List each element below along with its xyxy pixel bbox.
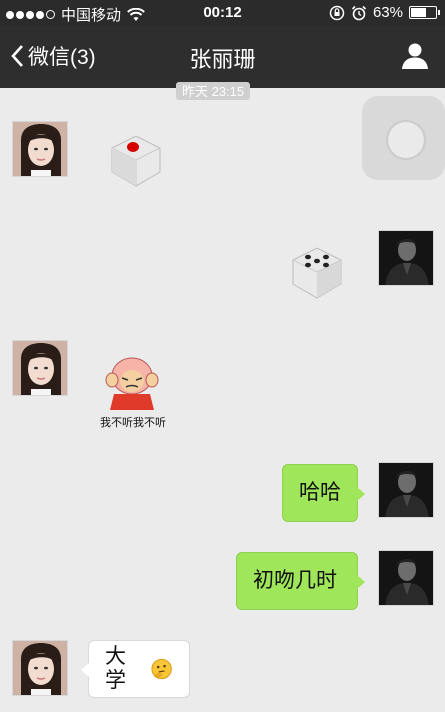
assistive-touch-button[interactable] — [362, 96, 445, 180]
dice-one-icon — [111, 135, 161, 187]
my-avatar[interactable] — [378, 550, 434, 606]
contact-avatar[interactable] — [12, 340, 68, 396]
man-portrait-icon — [379, 551, 433, 605]
battery-icon — [409, 6, 440, 19]
alarm-icon — [351, 5, 367, 20]
contact-avatar[interactable] — [12, 121, 68, 177]
message-text: 大学 — [105, 645, 126, 692]
message-timestamp: 昨天 23:15 — [176, 82, 251, 100]
sticker-caption: 我不听我不听 — [100, 417, 166, 429]
message-bubble-sent[interactable]: 初吻几时 — [236, 552, 365, 610]
girl-portrait-icon — [13, 641, 67, 695]
dice-message[interactable] — [102, 126, 166, 195]
man-portrait-icon — [379, 231, 433, 285]
girl-portrait-icon — [13, 341, 67, 395]
message-bubble-received[interactable]: 大学 — [81, 640, 190, 698]
profile-icon[interactable] — [401, 42, 429, 70]
chat-title: 张丽珊 — [189, 47, 256, 72]
girl-portrait-icon — [13, 122, 67, 176]
covering-ears-sticker-icon — [105, 357, 159, 410]
thinking-face-emoji-icon — [151, 658, 172, 680]
my-avatar[interactable] — [378, 230, 434, 286]
dice-five-icon — [292, 247, 342, 299]
contact-avatar[interactable] — [12, 640, 68, 696]
sticker-message[interactable]: 我不听我不听 — [100, 354, 180, 430]
message-bubble-sent[interactable]: 哈哈 — [282, 464, 365, 522]
status-right: 63% — [329, 4, 440, 21]
chat-area[interactable]: 昨天 23:15 我不听我不听 哈哈 初吻几时 大学 — [0, 82, 445, 712]
message-text: 初吻几时 — [253, 569, 337, 592]
dice-message[interactable] — [287, 238, 351, 307]
status-bar: 中国移动 00:12 63% — [0, 0, 445, 26]
navigation-bar: 微信(3) 张丽珊 — [0, 26, 445, 88]
message-text: 哈哈 — [299, 481, 341, 504]
man-portrait-icon — [379, 463, 433, 517]
battery-percent: 63% — [372, 4, 403, 21]
my-avatar[interactable] — [378, 462, 434, 518]
rotation-lock-icon — [329, 5, 345, 20]
